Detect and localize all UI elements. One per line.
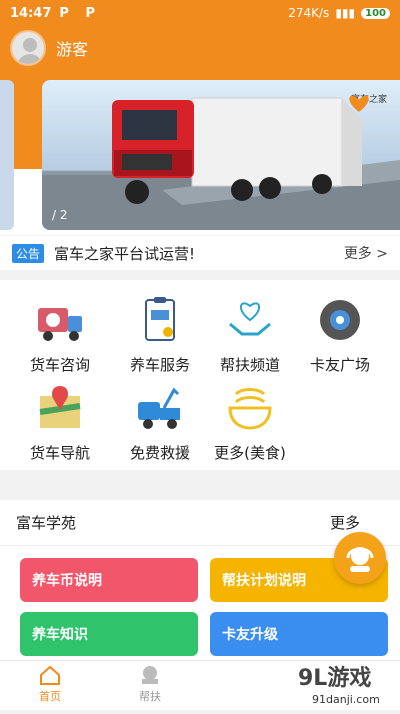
watermark-url: 91danji.com xyxy=(312,693,380,706)
tire-icon xyxy=(320,300,360,340)
grid-label: 货车导航 xyxy=(29,444,90,462)
grid-item-truck-navigation[interactable]: 货车导航 xyxy=(10,382,110,463)
customer-service-button[interactable] xyxy=(334,532,386,584)
tab-label: 首页 xyxy=(39,690,61,703)
grid-label: 帮扶频道 xyxy=(219,356,280,374)
notice-bar[interactable]: 公告 富车之家平台试运营! 更多 > xyxy=(0,236,400,270)
card-maintenance-knowledge[interactable]: 养车知识 xyxy=(20,612,198,656)
status-bar: 14:47 P P 274K/s ▮▮▮ 100 xyxy=(0,0,400,26)
watermark-brand: 9L游戏 xyxy=(298,665,371,691)
grid-label: 免费救援 xyxy=(129,444,190,462)
maintenance-clipboard-icon xyxy=(145,297,175,341)
grid-label: 货车咨询 xyxy=(29,356,90,374)
grid-item-truck-consult[interactable]: 货车咨询 xyxy=(10,294,110,375)
truck-consult-icon xyxy=(38,308,82,341)
grid-label: 卡友广场 xyxy=(309,356,370,374)
grid-item-more-food[interactable]: 更多(美食) xyxy=(200,382,300,463)
noodle-bowl-icon xyxy=(228,388,272,430)
grid-label: 养车服务 xyxy=(129,356,190,374)
card-coin-explanation[interactable]: 养车币说明 xyxy=(20,558,198,602)
grid-item-help-channel[interactable]: 帮扶频道 xyxy=(200,294,300,375)
grid-label: 更多(美食) xyxy=(214,444,286,462)
tab-help[interactable]: 帮扶 xyxy=(120,665,180,704)
grid-item-free-rescue[interactable]: 免费救援 xyxy=(110,382,210,463)
status-time: 14:47 xyxy=(10,5,52,21)
app-header: 游客 xyxy=(0,26,400,70)
notice-more-link[interactable]: 更多 > xyxy=(344,243,388,263)
username[interactable]: 游客 xyxy=(56,36,88,60)
map-pin-icon xyxy=(39,386,81,428)
help-group-icon xyxy=(142,666,158,684)
notice-text[interactable]: 富车之家平台试运营! xyxy=(54,243,195,264)
banner-carousel[interactable]: 富车之家 / 2 xyxy=(42,80,400,230)
avatar[interactable] xyxy=(10,30,46,66)
tab-home[interactable]: 首页 xyxy=(20,665,80,704)
tab-label: 帮扶 xyxy=(139,690,161,703)
headset-icon xyxy=(346,547,374,572)
notice-tag: 公告 xyxy=(12,243,45,263)
service-grid: 货车咨询 养车服务 帮扶频道 卡友广场 货车导航 免费救援 更多(美食) xyxy=(0,280,400,470)
previous-slide-peek[interactable] xyxy=(0,80,14,230)
status-p-icons: P P xyxy=(59,5,101,21)
signal-icon: ▮▮▮ xyxy=(335,6,356,20)
home-icon xyxy=(40,665,60,685)
tow-truck-icon xyxy=(138,387,180,429)
academy-more-link[interactable]: 更多 xyxy=(330,512,360,533)
network-speed: 274K/s xyxy=(288,6,330,20)
watermark: 9L游戏 91danji.com xyxy=(290,655,400,710)
slide-indicator: / 2 xyxy=(52,208,68,222)
grid-item-maintenance[interactable]: 养车服务 xyxy=(110,294,210,375)
grid-item-truck-plaza[interactable]: 卡友广场 xyxy=(290,294,390,375)
battery-icon: 100 xyxy=(361,7,390,19)
heart-hands-icon xyxy=(229,302,271,336)
card-upgrade[interactable]: 卡友升级 xyxy=(210,612,388,656)
brand-logo: 富车之家 xyxy=(344,92,394,112)
academy-title: 富车学苑 xyxy=(16,514,77,532)
